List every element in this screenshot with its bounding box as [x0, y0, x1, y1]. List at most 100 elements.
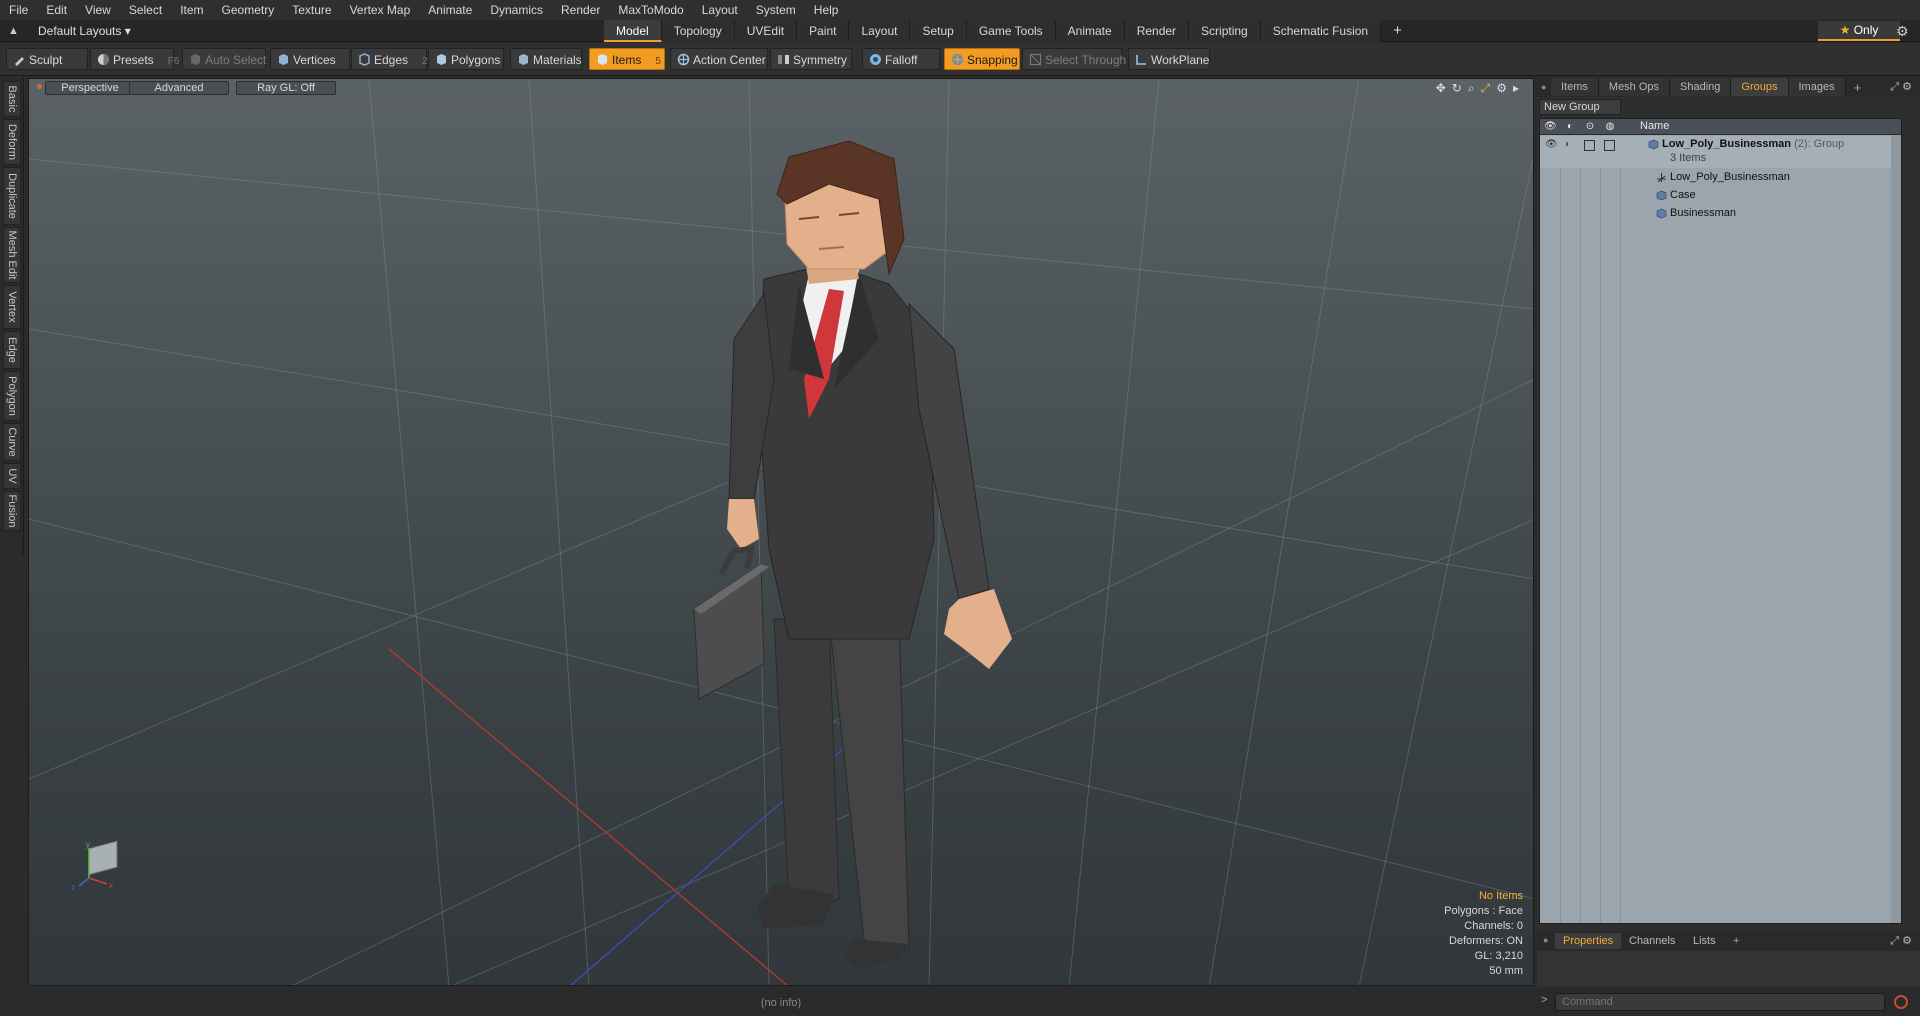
menu-file[interactable]: File [0, 0, 37, 20]
default-layouts-dropdown[interactable]: Default Layouts ▾ [38, 20, 131, 42]
businessman-model[interactable] [693, 140, 1012, 969]
materials-button[interactable]: Materials [510, 48, 582, 70]
name-column-header[interactable]: Name [1640, 120, 1669, 132]
menu-system[interactable]: System [747, 0, 805, 20]
menu-render[interactable]: Render [552, 0, 609, 20]
falloff-button[interactable]: Falloff [862, 48, 940, 70]
command-history-arrow-icon[interactable]: > [1541, 994, 1547, 1006]
group-row-low-poly-businessman[interactable]: 👁 ◐ Low_Poly_Businessman (2): Group 3 It… [1540, 136, 1901, 168]
zoom-view-icon[interactable]: ⌕ [1468, 81, 1475, 96]
add-tab-button[interactable]: + [1725, 933, 1747, 949]
perspective-dropdown[interactable]: Perspective [45, 81, 135, 95]
left-tab-deform[interactable]: Deform [3, 119, 21, 165]
only-toggle-button[interactable]: ★ Only [1818, 21, 1900, 41]
menu-maxtomodo[interactable]: MaxToModo [609, 0, 692, 20]
sculpt-button[interactable]: Sculpt [6, 48, 88, 70]
tab-model[interactable]: Model [604, 20, 662, 42]
add-tab-button[interactable]: + [1846, 80, 1870, 95]
left-tab-edge[interactable]: Edge [3, 331, 21, 369]
raygl-toggle[interactable]: Ray GL: Off [236, 81, 336, 95]
tab-paint[interactable]: Paint [797, 20, 850, 42]
move-view-icon[interactable]: ✥ [1436, 81, 1446, 96]
presets-button[interactable]: Presets F6 [90, 48, 179, 70]
tab-uvedit[interactable]: UVEdit [734, 20, 798, 42]
menu-item[interactable]: Item [171, 0, 212, 20]
menu-texture[interactable]: Texture [283, 0, 340, 20]
tab-groups[interactable]: Groups [1731, 78, 1789, 96]
panel-options-icon[interactable]: ● [1537, 82, 1551, 92]
left-tab-curve[interactable]: Curve [3, 423, 21, 461]
menu-view[interactable]: View [76, 0, 120, 20]
menu-vertex-map[interactable]: Vertex Map [341, 0, 420, 20]
vertices-button[interactable]: Vertices1 [270, 48, 355, 70]
list-item[interactable]: Case [1540, 187, 1901, 205]
command-input[interactable] [1555, 993, 1885, 1011]
menu-geometry[interactable]: Geometry [213, 0, 284, 20]
list-item[interactable]: Low_Poly_Businessman [1540, 169, 1901, 187]
symmetry-button[interactable]: Symmetry [770, 48, 852, 70]
tab-images[interactable]: Images [1788, 78, 1846, 96]
left-tab-duplicate[interactable]: Duplicate [3, 167, 21, 225]
left-tab-mesh-edit[interactable]: Mesh Edit [3, 227, 21, 283]
snapping-button[interactable]: Snapping [944, 48, 1020, 70]
viewport-options-icon[interactable] [37, 84, 42, 89]
left-tab-uv[interactable]: UV [3, 463, 21, 489]
visibility-eye-icon[interactable]: 👁 [1545, 139, 1558, 150]
viewport-menu-arrow-icon[interactable]: ▸ [1513, 81, 1519, 96]
gear-icon[interactable]: ⚙ [1896, 23, 1909, 40]
select-through-button[interactable]: Select Through [1022, 48, 1126, 70]
tab-shading[interactable]: Shading [1670, 78, 1732, 96]
left-tab-vertex[interactable]: Vertex [3, 285, 21, 329]
layout-home-icon[interactable]: ▲ [8, 24, 22, 38]
maximize-view-icon[interactable]: ⤢ [1481, 81, 1491, 96]
menu-help[interactable]: Help [805, 0, 848, 20]
tab-layout[interactable]: Layout [849, 20, 911, 42]
panel-window-icons[interactable]: ⤢ ⚙ [1890, 934, 1912, 948]
panel-options-icon[interactable]: ● [1543, 935, 1548, 945]
tab-animate[interactable]: Animate [1055, 20, 1125, 42]
workplane-button[interactable]: WorkPlane [1128, 48, 1210, 70]
menu-animate[interactable]: Animate [419, 0, 481, 20]
polygons-button[interactable]: Polygons [428, 48, 504, 70]
tab-channels[interactable]: Channels [1621, 933, 1683, 949]
lock-column-icon[interactable]: ⊙ [1584, 121, 1596, 133]
items-button[interactable]: Items 5 [589, 48, 665, 70]
select-column-icon[interactable]: ◍ [1604, 121, 1616, 133]
menu-edit[interactable]: Edit [37, 0, 76, 20]
left-tab-polygon[interactable]: Polygon [3, 371, 21, 421]
rotate-view-icon[interactable]: ↻ [1452, 81, 1462, 96]
render-column-icon[interactable]: ◐ [1564, 121, 1576, 133]
action-center-button[interactable]: Action Center [670, 48, 768, 70]
tab-setup[interactable]: Setup [910, 20, 967, 42]
tab-items[interactable]: Items [1551, 78, 1599, 96]
tab-schematic-fusion[interactable]: Schematic Fusion [1260, 20, 1382, 42]
visibility-column-icon[interactable]: 👁 [1544, 121, 1557, 133]
tab-render[interactable]: Render [1124, 20, 1190, 42]
add-tab-button[interactable]: + [1381, 20, 1414, 42]
tab-mesh-ops[interactable]: Mesh Ops [1598, 78, 1671, 96]
shading-mode-dropdown[interactable]: Advanced [129, 81, 229, 95]
menu-layout[interactable]: Layout [693, 0, 747, 20]
menu-select[interactable]: Select [120, 0, 171, 20]
3d-viewport[interactable]: y x z Perspective Advanced Ray GL: Off ✥… [28, 78, 1534, 986]
viewport-settings-icon[interactable]: ⚙ [1496, 81, 1507, 96]
render-toggle-icon[interactable]: ◐ [1565, 139, 1571, 150]
edges-button[interactable]: Edges 2 [351, 48, 428, 70]
menu-dynamics[interactable]: Dynamics [481, 0, 552, 20]
new-group-button[interactable]: New Group [1539, 99, 1621, 115]
left-tab-fusion[interactable]: Fusion [3, 491, 21, 531]
auto-select-button[interactable]: Auto Select [182, 48, 266, 70]
briefcase-model[interactable] [693, 545, 769, 700]
groups-list-scrollbar[interactable] [1891, 135, 1901, 923]
panel-window-icons[interactable]: ⤢ ⚙ [1890, 80, 1912, 94]
lock-checkbox[interactable] [1584, 140, 1595, 151]
tab-topology[interactable]: Topology [661, 20, 735, 42]
tab-properties[interactable]: Properties [1555, 933, 1622, 949]
tab-lists[interactable]: Lists [1685, 933, 1724, 949]
tab-scripting[interactable]: Scripting [1189, 20, 1261, 42]
tab-game-tools[interactable]: Game Tools [966, 20, 1056, 42]
select-checkbox[interactable] [1604, 140, 1615, 151]
command-stop-icon[interactable] [1894, 995, 1908, 1009]
list-item[interactable]: Businessman [1540, 205, 1901, 223]
left-tab-basic[interactable]: Basic [3, 81, 21, 117]
